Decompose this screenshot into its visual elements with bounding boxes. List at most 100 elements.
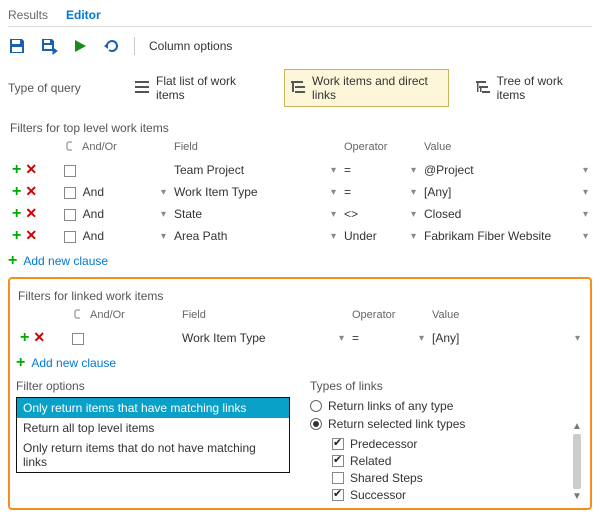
chevron-down-icon[interactable]: ▾ bbox=[411, 231, 416, 242]
chevron-down-icon[interactable]: ▾ bbox=[583, 187, 588, 198]
delete-row-icon[interactable]: ✕ bbox=[25, 227, 37, 243]
operator-value[interactable]: Under bbox=[344, 229, 377, 243]
delete-row-icon[interactable]: ✕ bbox=[25, 161, 37, 177]
link-types-scrollbar[interactable]: ▲ ▼ bbox=[570, 421, 584, 502]
operator-value[interactable]: = bbox=[352, 331, 359, 345]
operator-value[interactable]: = bbox=[344, 185, 351, 199]
query-type-label: Type of query bbox=[8, 81, 108, 95]
chevron-down-icon[interactable]: ▾ bbox=[583, 231, 588, 242]
add-row-icon[interactable]: + bbox=[12, 161, 21, 178]
add-row-icon[interactable]: + bbox=[12, 205, 21, 222]
add-row-icon[interactable]: + bbox=[12, 183, 21, 200]
col-header-op: Operator bbox=[348, 307, 428, 327]
col-header-val: Value bbox=[420, 139, 592, 159]
chevron-down-icon[interactable]: ▾ bbox=[331, 187, 336, 198]
checkbox-icon[interactable] bbox=[332, 455, 344, 467]
query-type-flat[interactable]: Flat list of work items bbox=[128, 69, 264, 107]
field-value[interactable]: State bbox=[174, 207, 202, 221]
operator-value[interactable]: = bbox=[344, 163, 351, 177]
chevron-down-icon[interactable]: ▾ bbox=[331, 165, 336, 176]
chevron-down-icon[interactable]: ▾ bbox=[411, 209, 416, 220]
chevron-down-icon[interactable]: ▾ bbox=[331, 209, 336, 220]
radio-icon bbox=[310, 400, 322, 412]
checkbox-icon[interactable] bbox=[332, 489, 344, 501]
add-clause-top-label: Add new clause bbox=[23, 254, 108, 268]
radio-links-selected[interactable]: Return selected link types bbox=[310, 415, 584, 433]
row-checkbox[interactable] bbox=[72, 333, 84, 345]
add-row-icon[interactable]: + bbox=[20, 329, 29, 346]
filter-option[interactable]: Return all top level items bbox=[17, 418, 289, 438]
query-type-direct-links[interactable]: Work items and direct links bbox=[284, 69, 449, 107]
scroll-up-icon[interactable]: ▲ bbox=[572, 421, 582, 432]
chevron-down-icon[interactable]: ▾ bbox=[419, 333, 424, 344]
link-type-label: Successor bbox=[350, 488, 406, 502]
radio-links-selected-label: Return selected link types bbox=[328, 417, 465, 431]
filter-option[interactable]: Only return items that have matching lin… bbox=[17, 398, 289, 418]
query-type-tree-label: Tree of work items bbox=[497, 74, 585, 102]
link-type-item[interactable]: Related bbox=[332, 454, 584, 468]
link-type-item[interactable]: Predecessor bbox=[332, 437, 584, 451]
value-cell[interactable]: [Any] bbox=[432, 331, 459, 345]
table-row: +✕ And▾State▾<>▾Closed▾ bbox=[8, 203, 592, 225]
delete-row-icon[interactable]: ✕ bbox=[25, 183, 37, 199]
operator-value[interactable]: <> bbox=[344, 207, 358, 221]
link-type-item[interactable]: Successor bbox=[332, 488, 584, 502]
link-type-label: Related bbox=[350, 454, 391, 468]
checkbox-icon[interactable] bbox=[332, 438, 344, 450]
checkbox-icon[interactable] bbox=[332, 472, 344, 484]
scroll-down-icon[interactable]: ▼ bbox=[572, 491, 582, 502]
chevron-down-icon[interactable]: ▾ bbox=[161, 209, 166, 220]
tree-icon bbox=[476, 80, 492, 97]
add-clause-top[interactable]: + Add new clause bbox=[8, 253, 592, 269]
row-checkbox[interactable] bbox=[64, 165, 76, 177]
table-row: +✕ Work Item Type ▾ = ▾ [Any] ▾ bbox=[16, 327, 584, 349]
chevron-down-icon[interactable]: ▾ bbox=[161, 231, 166, 242]
add-row-icon[interactable]: + bbox=[12, 227, 21, 244]
tab-editor[interactable]: Editor bbox=[66, 8, 101, 22]
row-checkbox[interactable] bbox=[64, 209, 76, 221]
value-cell[interactable]: [Any] bbox=[424, 185, 451, 199]
chevron-down-icon[interactable]: ▾ bbox=[339, 333, 344, 344]
add-clause-linked[interactable]: + Add new clause bbox=[16, 355, 584, 371]
chevron-down-icon[interactable]: ▾ bbox=[575, 333, 580, 344]
direct-links-icon bbox=[291, 80, 307, 97]
group-clauses-icon[interactable] bbox=[64, 141, 76, 153]
value-cell[interactable]: Fabrikam Fiber Website bbox=[424, 229, 551, 243]
link-types-title: Types of links bbox=[310, 379, 584, 393]
delete-row-icon[interactable]: ✕ bbox=[33, 329, 45, 345]
delete-row-icon[interactable]: ✕ bbox=[25, 205, 37, 221]
tab-results[interactable]: Results bbox=[8, 8, 48, 22]
row-checkbox[interactable] bbox=[64, 187, 76, 199]
save-icon[interactable] bbox=[8, 37, 26, 55]
col-header-op: Operator bbox=[340, 139, 420, 159]
filter-options-list[interactable]: Only return items that have matching lin… bbox=[16, 397, 290, 473]
row-checkbox[interactable] bbox=[64, 231, 76, 243]
filter-option[interactable]: Only return items that do not have match… bbox=[17, 438, 289, 472]
link-type-item[interactable]: Shared Steps bbox=[332, 471, 584, 485]
link-type-label: Predecessor bbox=[350, 437, 417, 451]
andor-value: And bbox=[83, 229, 104, 243]
flat-list-icon bbox=[135, 80, 151, 97]
query-type-tree[interactable]: Tree of work items bbox=[469, 69, 592, 107]
field-value[interactable]: Area Path bbox=[174, 229, 227, 243]
undo-icon[interactable] bbox=[102, 37, 120, 55]
chevron-down-icon[interactable]: ▾ bbox=[161, 187, 166, 198]
field-value[interactable]: Work Item Type bbox=[182, 331, 266, 345]
chevron-down-icon[interactable]: ▾ bbox=[583, 209, 588, 220]
field-value[interactable]: Work Item Type bbox=[174, 185, 258, 199]
chevron-down-icon[interactable]: ▾ bbox=[583, 165, 588, 176]
value-cell[interactable]: Closed bbox=[424, 207, 461, 221]
column-options-button[interactable]: Column options bbox=[149, 39, 232, 53]
group-clauses-icon[interactable] bbox=[72, 309, 84, 321]
chevron-down-icon[interactable]: ▾ bbox=[331, 231, 336, 242]
save-as-icon[interactable] bbox=[40, 37, 58, 55]
radio-links-any[interactable]: Return links of any type bbox=[310, 397, 584, 415]
chevron-down-icon[interactable]: ▾ bbox=[411, 165, 416, 176]
value-cell[interactable]: @Project bbox=[424, 163, 474, 177]
radio-links-any-label: Return links of any type bbox=[328, 399, 453, 413]
chevron-down-icon[interactable]: ▾ bbox=[411, 187, 416, 198]
run-icon[interactable] bbox=[72, 38, 88, 54]
field-value[interactable]: Team Project bbox=[174, 163, 244, 177]
linked-filters-table: And/Or Field Operator Value +✕ Work Item… bbox=[16, 307, 584, 349]
scroll-thumb[interactable] bbox=[573, 434, 581, 489]
